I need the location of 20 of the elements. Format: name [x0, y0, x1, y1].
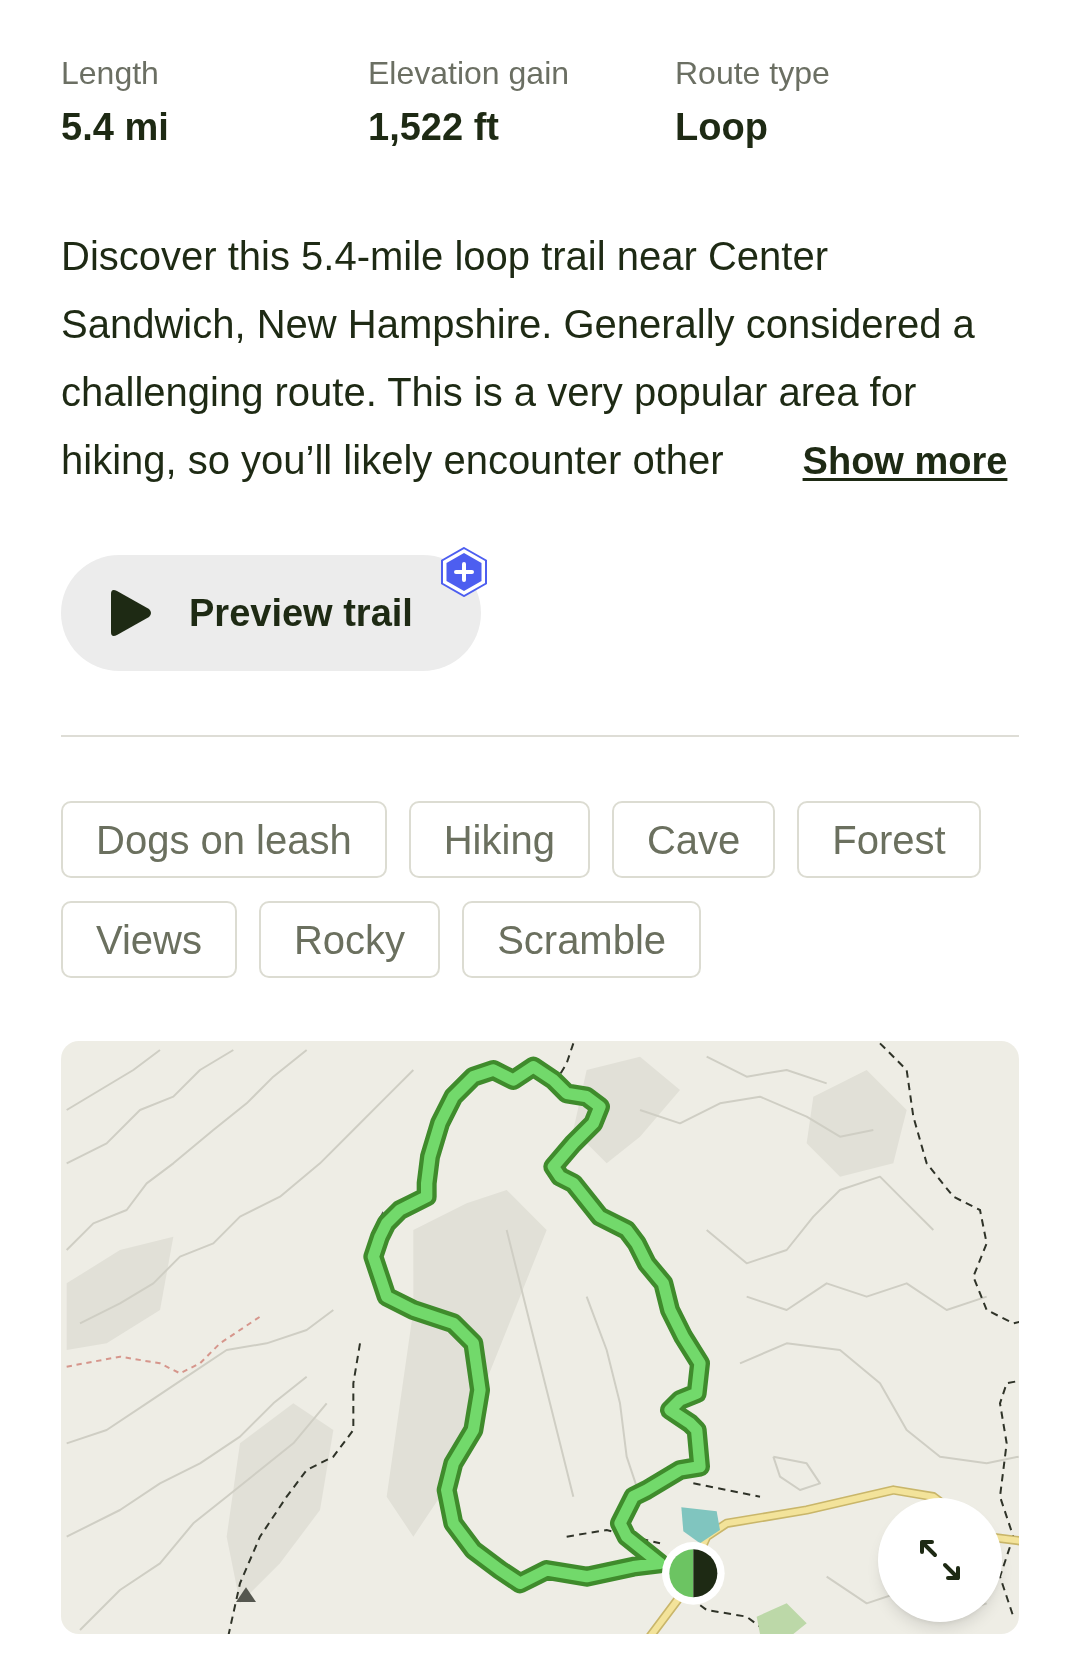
trailhead-marker-icon [662, 1542, 725, 1605]
show-more-link[interactable]: Show more [802, 440, 1008, 482]
stat-value: Loop [675, 105, 768, 150]
tag-chip[interactable]: Forest [797, 801, 981, 878]
stat-label: Length [61, 54, 159, 93]
tag-chip[interactable]: Hiking [408, 801, 590, 878]
tag-chip[interactable]: Views [61, 901, 237, 978]
stat-value: 5.4 mi [61, 105, 169, 150]
play-icon [109, 588, 153, 638]
trail-description: Discover this 5.4-mile loop trail near Center Sandwich, New Hampshire. Generally considered a challenging route. This is a very popular area for hiking, so you’ll likely encounter other Show more [61, 233, 1009, 484]
preview-trail-button[interactable]: Preview trail [61, 555, 481, 671]
stat-label: Route type [675, 54, 830, 93]
tag-chip[interactable]: Dogs on leash [61, 801, 387, 878]
tag-chip[interactable]: Cave [611, 801, 776, 878]
tag-chip[interactable]: Rocky [259, 901, 441, 978]
tag-chip[interactable]: Scramble [462, 901, 702, 978]
expand-icon [919, 1539, 961, 1581]
stat-label: Elevation gain [368, 54, 570, 93]
plus-hexagon-badge-icon [441, 547, 487, 597]
stat-value: 1,522 ft [368, 105, 499, 150]
